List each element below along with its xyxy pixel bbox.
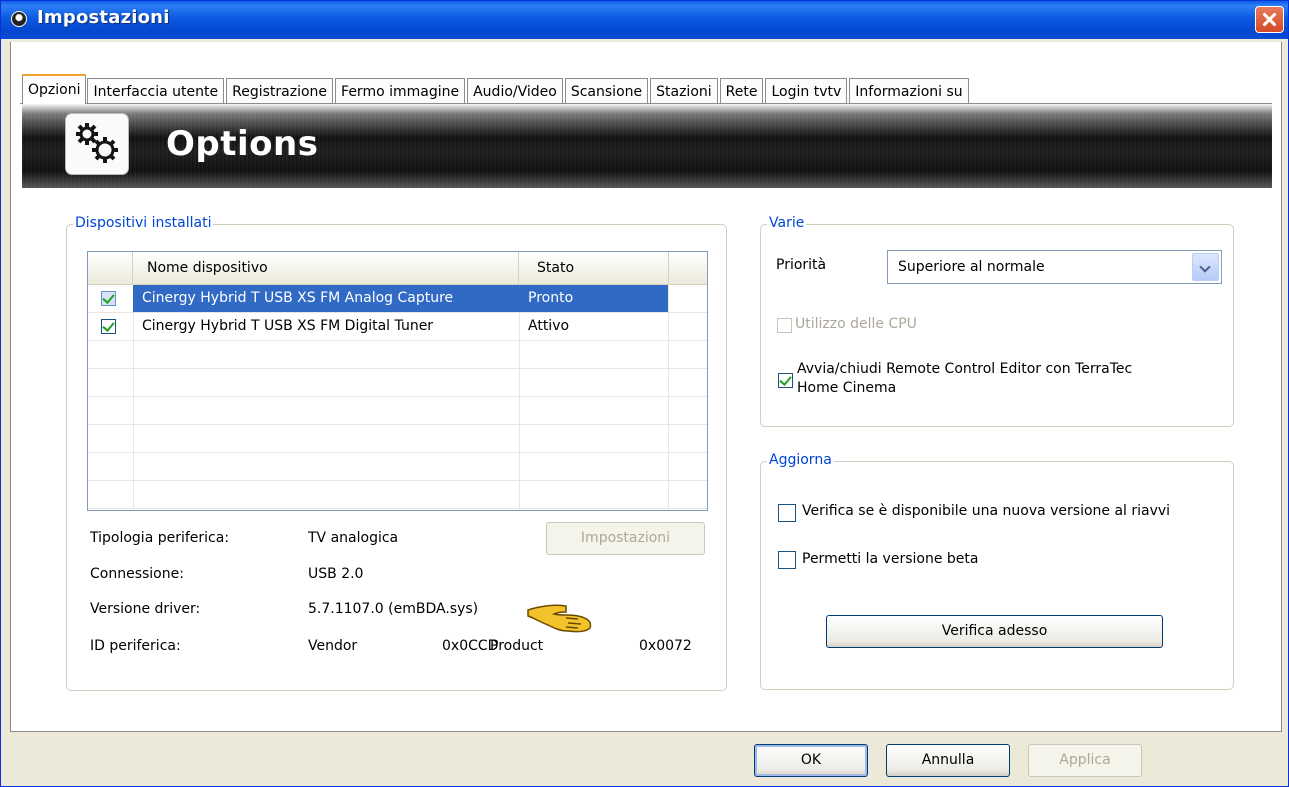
device-checkbox[interactable] xyxy=(101,319,116,334)
device-type-label: Tipologia periferica: xyxy=(90,530,230,546)
beta-label: Permetti la versione beta xyxy=(802,551,979,567)
devices-legend: Dispositivi installati xyxy=(73,215,214,231)
table-row-empty xyxy=(88,481,707,509)
tab-interfaccia-utente[interactable]: Interfaccia utente xyxy=(87,78,225,104)
window-title: Impostazioni xyxy=(37,7,170,28)
app-icon xyxy=(11,11,27,27)
tab-fermo-immagine[interactable]: Fermo immagine xyxy=(335,78,466,104)
vendor-label: Vendor xyxy=(308,638,358,654)
update-legend: Aggiorna xyxy=(767,452,834,468)
tab-audio-video[interactable]: Audio/Video xyxy=(467,78,563,104)
beta-checkbox[interactable] xyxy=(778,551,796,569)
table-row[interactable]: Cinergy Hybrid T USB XS FM Analog Captur… xyxy=(88,285,707,313)
chevron-down-icon[interactable] xyxy=(1192,253,1219,281)
cancel-button[interactable]: Annulla xyxy=(886,744,1010,777)
driver-version-label: Versione driver: xyxy=(90,601,201,617)
banner-title: Options xyxy=(166,124,319,164)
column-header-status[interactable]: Stato xyxy=(519,252,669,284)
column-header-name[interactable]: Nome dispositivo xyxy=(133,252,519,284)
apply-button[interactable]: Applica xyxy=(1028,744,1142,777)
connection-label: Connessione: xyxy=(90,566,184,582)
tab-rete[interactable]: Rete xyxy=(719,78,764,104)
table-row-empty xyxy=(88,425,707,453)
close-button[interactable] xyxy=(1255,6,1284,33)
cpu-usage-label: Utilizzo delle CPU xyxy=(795,316,917,332)
title-bar[interactable]: Impostazioni xyxy=(1,1,1288,39)
misc-legend: Varie xyxy=(767,215,807,231)
tab-scansione[interactable]: Scansione xyxy=(564,78,649,104)
table-row-empty xyxy=(88,453,707,481)
tab-strip: Opzioni Interfaccia utente Registrazione… xyxy=(22,74,971,104)
column-header-check[interactable] xyxy=(88,252,133,284)
tab-informazioni-su[interactable]: Informazioni su xyxy=(849,78,969,104)
device-status: Attivo xyxy=(528,318,570,334)
device-name: Cinergy Hybrid T USB XS FM Digital Tuner xyxy=(142,318,434,334)
check-updates-checkbox[interactable] xyxy=(778,504,796,522)
tab-registrazione[interactable]: Registrazione xyxy=(226,78,334,104)
table-row-empty xyxy=(88,397,707,425)
remote-editor-checkbox[interactable] xyxy=(778,373,793,388)
devices-list-header: Nome dispositivo Stato xyxy=(88,252,707,285)
remote-editor-label-line1: Avvia/chiudi Remote Control Editor con T… xyxy=(797,361,1133,377)
driver-version-value: 5.7.1107.0 (emBDA.sys) xyxy=(308,601,479,617)
devices-list[interactable]: Nome dispositivo Stato Cinergy Hybrid T … xyxy=(87,251,708,511)
device-name: Cinergy Hybrid T USB XS FM Analog Captur… xyxy=(133,285,519,312)
device-type-value: TV analogica xyxy=(308,530,399,546)
product-value: 0x0072 xyxy=(639,638,692,654)
device-settings-button[interactable]: Impostazioni xyxy=(546,522,705,555)
table-row-empty xyxy=(88,369,707,397)
options-banner: Options xyxy=(22,104,1272,188)
update-group: Aggiorna xyxy=(760,452,1234,690)
tab-login-tvtv[interactable]: Login tvtv xyxy=(765,78,848,104)
priority-select[interactable]: Superiore al normale xyxy=(887,250,1222,284)
device-checkbox[interactable] xyxy=(101,291,116,306)
gears-icon xyxy=(66,114,128,174)
tab-opzioni[interactable]: Opzioni xyxy=(22,74,87,104)
tab-stazioni[interactable]: Stazioni xyxy=(650,78,718,104)
pointing-hand-icon xyxy=(527,604,592,633)
priority-label: Priorità xyxy=(776,257,827,273)
device-id-label: ID periferica: xyxy=(90,638,181,654)
remote-editor-label-line2: Home Cinema xyxy=(797,380,897,396)
product-label: Product xyxy=(490,638,544,654)
cpu-usage-checkbox[interactable] xyxy=(777,318,792,333)
check-now-button[interactable]: Verifica adesso xyxy=(826,615,1163,648)
table-row-empty xyxy=(88,341,707,369)
priority-value: Superiore al normale xyxy=(898,259,1045,275)
device-status: Pronto xyxy=(519,285,668,312)
check-updates-label: Verifica se è disponibile una nuova vers… xyxy=(802,503,1171,519)
ok-button[interactable]: OK xyxy=(754,744,868,777)
table-row[interactable]: Cinergy Hybrid T USB XS FM Digital Tuner… xyxy=(88,313,707,341)
connection-value: USB 2.0 xyxy=(308,566,364,582)
